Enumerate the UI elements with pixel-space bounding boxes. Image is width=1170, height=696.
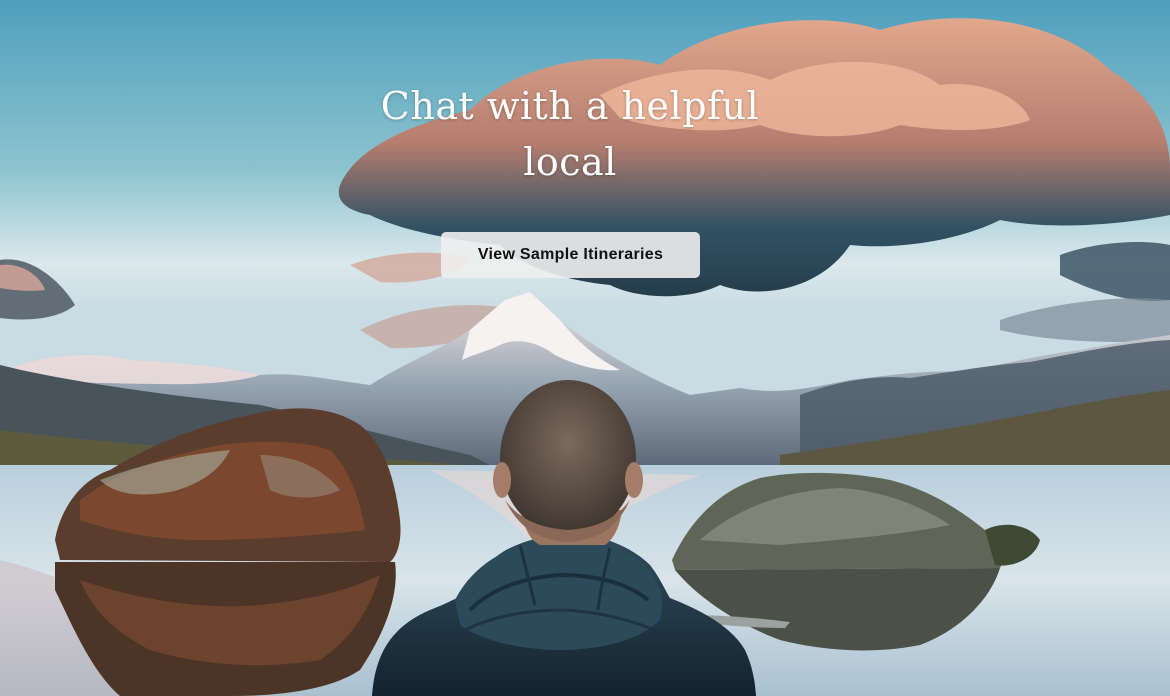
hero-headline: Chat with a helpful local (380, 84, 760, 184)
hero-section: Chat with a helpful local View Sample It… (0, 0, 1170, 696)
view-sample-itineraries-button[interactable]: View Sample Itineraries (441, 232, 700, 278)
